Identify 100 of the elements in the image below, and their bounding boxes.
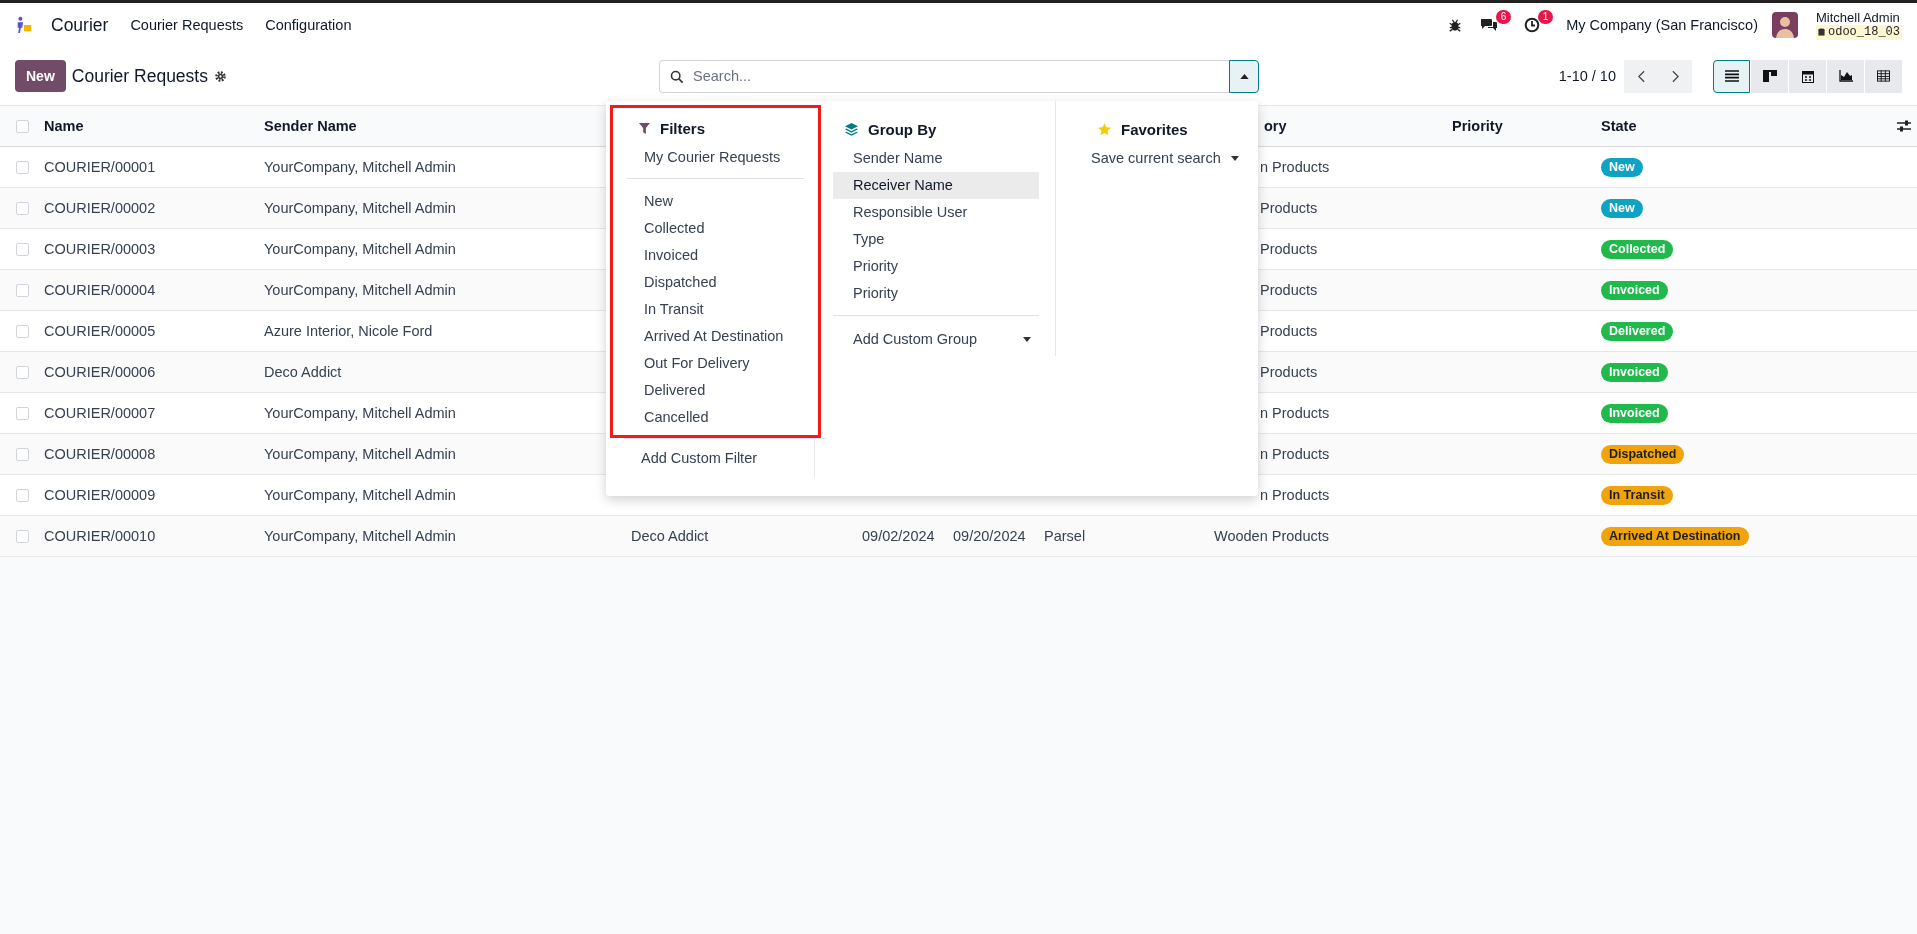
group-by-option[interactable]: Sender Name xyxy=(833,145,1039,172)
table-cell: Products xyxy=(1260,241,1318,257)
select-all-checkbox[interactable] xyxy=(15,119,29,133)
filter-option[interactable]: Delivered xyxy=(627,377,804,404)
chevron-left-icon xyxy=(1637,69,1645,83)
calendar-icon xyxy=(1801,69,1814,83)
filter-option[interactable]: Collected xyxy=(627,215,804,242)
status-badge: In Transit xyxy=(1601,485,1673,505)
column-header[interactable]: ory xyxy=(1264,118,1287,134)
database-icon xyxy=(1818,28,1825,37)
menu-item[interactable]: Courier Requests xyxy=(130,17,244,33)
search-field[interactable]: Search... xyxy=(659,59,1229,93)
column-header[interactable]: Name xyxy=(44,118,84,134)
group-by-option[interactable]: Responsible User xyxy=(833,199,1039,226)
menu-item[interactable]: Configuration xyxy=(265,17,352,33)
table-cell: YourCompany, Mitchell Admin xyxy=(264,241,456,257)
status-badge: Collected xyxy=(1601,239,1674,259)
group-by-option[interactable]: Priority xyxy=(833,280,1039,307)
status-badge: Delivered xyxy=(1601,321,1674,341)
table-cell: Deco Addict xyxy=(631,528,709,544)
save-current-search-toggle[interactable]: Save current search xyxy=(1086,145,1242,172)
status-badge: Invoiced xyxy=(1601,362,1668,382)
table-cell: COURIER/00009 xyxy=(44,487,156,503)
row-checkbox[interactable] xyxy=(15,488,29,502)
activity-count-badge: 1 xyxy=(1537,10,1554,24)
user-avatar-icon[interactable] xyxy=(1772,12,1798,38)
table-cell: YourCompany, Mitchell Admin xyxy=(264,200,456,216)
new-button[interactable]: New xyxy=(15,60,66,92)
filter-option[interactable]: Arrived At Destination xyxy=(627,323,804,350)
table-cell: COURIER/00003 xyxy=(44,241,156,257)
table-cell: YourCompany, Mitchell Admin xyxy=(264,487,456,503)
table-cell: COURIER/00007 xyxy=(44,405,156,421)
section-title: Filters xyxy=(660,119,705,137)
filter-option[interactable]: Out For Delivery xyxy=(627,350,804,377)
chat-icon[interactable] xyxy=(1480,17,1499,33)
filter-option[interactable]: Cancelled xyxy=(627,404,804,431)
filter-option[interactable]: Invoiced xyxy=(627,242,804,269)
table-cell: YourCompany, Mitchell Admin xyxy=(264,405,456,421)
database-label: odoo_18_03 xyxy=(1828,25,1900,40)
filter-option[interactable]: New xyxy=(627,188,804,215)
row-checkbox[interactable] xyxy=(15,365,29,379)
status-badge: Invoiced xyxy=(1601,280,1668,300)
table-cell: Azure Interior, Nicole Ford xyxy=(264,323,433,339)
table-cell: Products xyxy=(1260,200,1318,216)
app-name[interactable]: Courier xyxy=(51,14,109,36)
filter-option[interactable]: Dispatched xyxy=(627,269,804,296)
table-cell: COURIER/00002 xyxy=(44,200,156,216)
row-checkbox[interactable] xyxy=(15,529,29,543)
table-cell: n Products xyxy=(1260,405,1330,421)
clock-icon[interactable] xyxy=(1524,17,1541,33)
kanban-icon xyxy=(1762,70,1777,82)
add-custom-filter-link[interactable]: Add Custom Filter xyxy=(624,445,814,472)
search-panel-toggle[interactable] xyxy=(1229,59,1259,93)
column-header[interactable]: Sender Name xyxy=(264,118,357,134)
filter-option[interactable]: My Courier Requests xyxy=(627,144,804,171)
row-checkbox[interactable] xyxy=(15,242,29,256)
courier-person-icon[interactable] xyxy=(15,16,33,34)
group-by-option[interactable]: Priority xyxy=(833,253,1039,280)
row-checkbox[interactable] xyxy=(15,160,29,174)
bug-icon[interactable] xyxy=(1448,18,1463,32)
add-custom-group-select[interactable]: Add Custom Group xyxy=(833,326,1039,353)
row-checkbox[interactable] xyxy=(15,201,29,215)
table-cell: n Products xyxy=(1260,446,1330,462)
table-cell: COURIER/00010 xyxy=(44,528,156,544)
star-icon xyxy=(1098,122,1111,136)
chevron-right-icon xyxy=(1671,69,1679,83)
user-name[interactable]: Mitchell Admin xyxy=(1816,10,1902,25)
column-header[interactable]: State xyxy=(1601,118,1637,134)
row-checkbox[interactable] xyxy=(15,283,29,297)
table-cell: COURIER/00001 xyxy=(44,159,156,175)
filter-option[interactable]: In Transit xyxy=(627,296,804,323)
caret-icon xyxy=(1230,156,1239,161)
table-cell: COURIER/00004 xyxy=(44,282,156,298)
filter-icon xyxy=(639,122,650,134)
table-cell: Wooden Products xyxy=(1214,528,1329,544)
row-checkbox[interactable] xyxy=(15,406,29,420)
list-icon xyxy=(1724,70,1739,82)
group-by-option[interactable]: Type xyxy=(833,226,1039,253)
table-cell: Parsel xyxy=(1044,528,1086,544)
group-by-option[interactable]: Receiver Name xyxy=(833,172,1039,199)
pager-value[interactable]: 1-10 / 10 xyxy=(1558,68,1616,84)
table-cell: YourCompany, Mitchell Admin xyxy=(264,282,456,298)
table-cell: YourCompany, Mitchell Admin xyxy=(264,159,456,175)
table-cell: 09/02/2024 xyxy=(862,528,935,544)
section-title: Favorites xyxy=(1121,120,1188,138)
table-cell: Products xyxy=(1260,282,1318,298)
table-cell: 09/20/2024 xyxy=(953,528,1026,544)
table-icon xyxy=(1877,70,1890,82)
page-title: Courier Requests xyxy=(71,65,208,87)
table-cell: COURIER/00008 xyxy=(44,446,156,462)
row-checkbox[interactable] xyxy=(15,447,29,461)
sliders-icon[interactable] xyxy=(1896,120,1911,132)
row-checkbox[interactable] xyxy=(15,324,29,338)
view-switch-button[interactable] xyxy=(1713,59,1750,93)
company-switcher[interactable]: My Company (San Francisco) xyxy=(1566,17,1758,33)
search-icon xyxy=(670,69,684,84)
column-header[interactable]: Priority xyxy=(1452,118,1503,134)
status-badge: New xyxy=(1601,157,1643,177)
table-cell: YourCompany, Mitchell Admin xyxy=(264,528,456,544)
status-badge: New xyxy=(1601,198,1643,218)
